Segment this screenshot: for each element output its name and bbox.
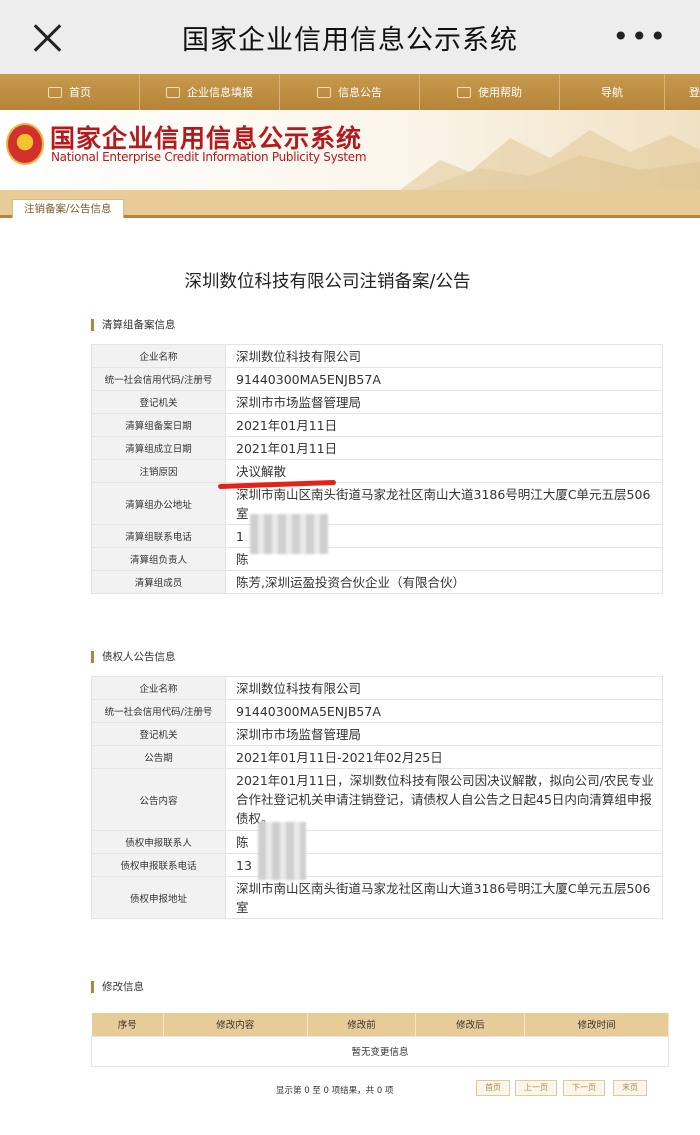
- next-page-button[interactable]: 下一页: [563, 1080, 605, 1096]
- table-row: 统一社会信用代码/注册号 91440300MA5ENJB57A: [91, 699, 663, 723]
- field-value: 深圳数位科技有限公司: [225, 344, 663, 368]
- nav-item-navigation[interactable]: 导航: [560, 74, 665, 110]
- section-title-liquidation: 清算组备案信息: [91, 319, 176, 331]
- redacted-mosaic: [250, 514, 328, 554]
- section-title-creditor: 债权人公告信息: [91, 651, 176, 663]
- prev-page-button[interactable]: 上一页: [515, 1080, 557, 1096]
- field-value: 深圳市南山区南头街道马家龙社区南山大道3186号明江大厦C单元五层506室: [225, 876, 663, 919]
- table-row: 登记机关 深圳市市场监督管理局: [91, 722, 663, 746]
- field-label: 企业名称: [91, 344, 226, 368]
- monitor-icon: [48, 86, 62, 98]
- site-nav: 首页 企业信息填报 信息公告 使用帮助 导航 登: [0, 74, 700, 110]
- field-label: 公告期: [91, 745, 226, 769]
- field-label: 清算组成员: [91, 570, 226, 594]
- browser-title-bar: 国家企业信用信息公示系统 •••: [0, 0, 700, 74]
- table-row: 公告期 2021年01月11日-2021年02月25日: [91, 745, 663, 769]
- field-label: 登记机关: [91, 722, 226, 746]
- field-label: 企业名称: [91, 676, 226, 700]
- more-options-icon[interactable]: •••: [612, 20, 668, 53]
- close-icon[interactable]: [32, 22, 64, 54]
- table-row: 暂无变更信息: [91, 1035, 669, 1067]
- page: 国家企业信用信息公示系统 ••• 首页 企业信息填报 信息公告 使用帮助 导航 …: [0, 0, 700, 1135]
- field-value: 陈芳,深圳运盈投资合伙企业（有限合伙）: [225, 570, 663, 594]
- landscape-decoration: [400, 130, 700, 190]
- table-row: 注销原因 决议解散: [91, 459, 663, 483]
- table-row: 债权申报联系电话 13: [91, 853, 663, 877]
- field-value: 深圳市市场监督管理局: [225, 722, 663, 746]
- column-header: 修改前: [307, 1013, 417, 1036]
- table-row: 清算组联系电话 1: [91, 524, 663, 548]
- nav-item-login[interactable]: 登: [665, 74, 700, 110]
- field-label: 清算组办公地址: [91, 482, 226, 525]
- table-row: 清算组备案日期 2021年01月11日: [91, 413, 663, 437]
- field-label: 公告内容: [91, 768, 226, 831]
- document-icon: [317, 86, 331, 98]
- table-row: 登记机关 深圳市市场监督管理局: [91, 390, 663, 414]
- nav-item-home[interactable]: 首页: [0, 74, 140, 110]
- field-value: 2021年01月11日: [225, 436, 663, 460]
- table-row: 企业名称 深圳数位科技有限公司: [91, 676, 663, 700]
- site-banner: 国家企业信用信息公示系统 National Enterprise Credit …: [0, 110, 700, 190]
- table-row: 企业名称 深圳数位科技有限公司: [91, 344, 663, 368]
- tab-cancellation-info[interactable]: 注销备案/公告信息: [12, 199, 124, 218]
- field-label: 统一社会信用代码/注册号: [91, 367, 226, 391]
- nav-label: 首页: [69, 86, 91, 99]
- table-row: 清算组成员 陈芳,深圳运盈投资合伙企业（有限合伙）: [91, 570, 663, 594]
- liquidation-table: 企业名称 深圳数位科技有限公司 统一社会信用代码/注册号 91440300MA5EN…: [91, 344, 663, 594]
- field-value: 深圳数位科技有限公司: [225, 676, 663, 700]
- nav-label: 信息公告: [338, 86, 382, 99]
- field-label: 统一社会信用代码/注册号: [91, 699, 226, 723]
- field-label: 债权申报联系人: [91, 830, 226, 854]
- nav-label: 登: [689, 86, 700, 99]
- page-title: 深圳数位科技有限公司注销备案/公告: [184, 272, 471, 292]
- edit-icon: [166, 86, 180, 98]
- site-title-english: National Enterprise Credit Information P…: [51, 150, 367, 164]
- table-row: 清算组负责人陈: [91, 547, 663, 571]
- speaker-icon: [457, 86, 471, 98]
- column-header: 序号: [91, 1013, 164, 1036]
- nav-item-report[interactable]: 企业信息填报: [140, 74, 280, 110]
- field-label: 债权申报地址: [91, 876, 226, 919]
- window-title: 国家企业信用信息公示系统: [182, 25, 518, 56]
- pagination-info: 显示第 0 至 0 项结果，共 0 项: [276, 1086, 394, 1096]
- field-value: 2021年01月11日-2021年02月25日: [225, 745, 663, 769]
- table-row: 清算组成立日期 2021年01月11日: [91, 436, 663, 460]
- nav-label: 导航: [601, 86, 623, 99]
- first-page-button[interactable]: 首页: [476, 1080, 510, 1096]
- creditor-table: 企业名称 深圳数位科技有限公司 统一社会信用代码/注册号 91440300MA5EN…: [91, 676, 663, 919]
- field-value: 91440300MA5ENJB57A: [225, 699, 663, 723]
- section-title-modification: 修改信息: [91, 981, 144, 993]
- modification-table: 序号 修改内容 修改前 修改后 修改时间 暂无变更信息: [91, 1013, 669, 1067]
- column-header: 修改后: [415, 1013, 526, 1036]
- field-label: 清算组备案日期: [91, 413, 226, 437]
- table-row: 统一社会信用代码/注册号 91440300MA5ENJB57A: [91, 367, 663, 391]
- column-header: 修改内容: [163, 1013, 308, 1036]
- field-value: 2021年01月11日: [225, 413, 663, 437]
- field-label: 清算组负责人: [91, 547, 226, 571]
- nav-item-help[interactable]: 使用帮助: [420, 74, 560, 110]
- table-row: 债权申报联系人陈: [91, 830, 663, 854]
- nav-label: 使用帮助: [478, 86, 522, 99]
- empty-message: 暂无变更信息: [91, 1035, 669, 1067]
- nav-item-announcements[interactable]: 信息公告: [280, 74, 420, 110]
- table-row: 清算组办公地址 深圳市南山区南头街道马家龙社区南山大道3186号明江大厦C单元五层…: [91, 482, 663, 525]
- table-header-row: 序号 修改内容 修改前 修改后 修改时间: [91, 1013, 669, 1036]
- field-value: 深圳市市场监督管理局: [225, 390, 663, 414]
- last-page-button[interactable]: 末页: [613, 1080, 647, 1096]
- field-label: 注销原因: [91, 459, 226, 483]
- redacted-mosaic: [258, 822, 306, 880]
- field-label: 清算组联系电话: [91, 524, 226, 548]
- field-label: 登记机关: [91, 390, 226, 414]
- column-header: 修改时间: [524, 1013, 669, 1036]
- nav-label: 企业信息填报: [187, 86, 253, 99]
- field-label: 清算组成立日期: [91, 436, 226, 460]
- national-emblem-icon: [6, 123, 44, 165]
- table-row: 公告内容 2021年01月11日，深圳数位科技有限公司因决议解散，拟向公司/农民专…: [91, 768, 663, 831]
- table-row: 债权申报地址 深圳市南山区南头街道马家龙社区南山大道3186号明江大厦C单元五层5…: [91, 876, 663, 919]
- field-value: 决议解散: [225, 459, 663, 483]
- field-value: 91440300MA5ENJB57A: [225, 367, 663, 391]
- field-label: 债权申报联系电话: [91, 853, 226, 877]
